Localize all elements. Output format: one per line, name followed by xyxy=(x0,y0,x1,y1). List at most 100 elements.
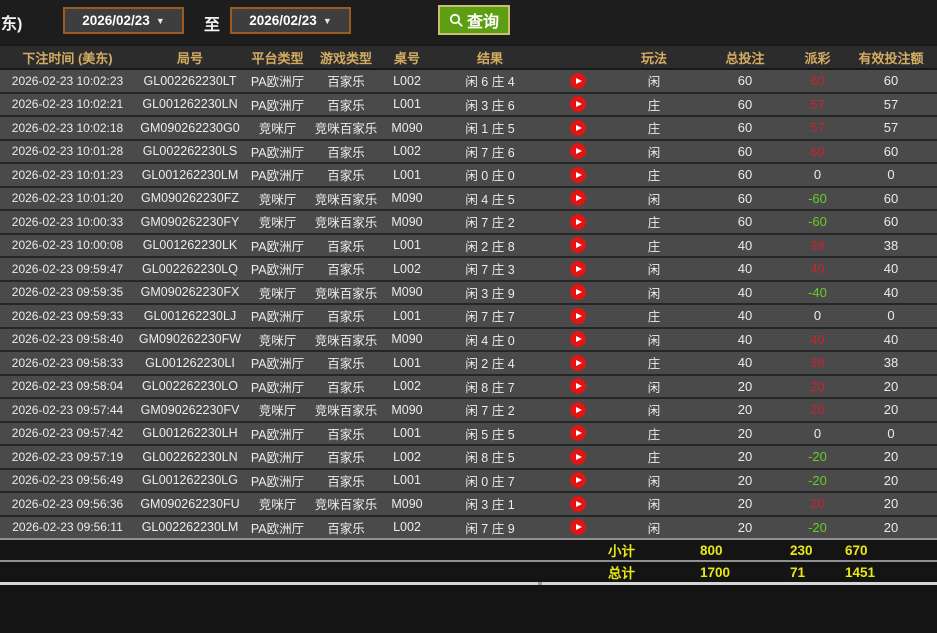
total-bet-cell: 60 xyxy=(700,163,790,187)
table-row: 2026-02-23 10:01:20 GM090262230FZ 竞咪厅 竞咪… xyxy=(0,187,937,211)
total-bet-cell: 20 xyxy=(700,469,790,493)
valid-bet-cell: 0 xyxy=(845,163,937,187)
valid-bet-cell: 60 xyxy=(845,210,937,234)
bet-time-cell: 2026-02-23 10:01:23 xyxy=(0,163,135,187)
total-bet-cell: 20 xyxy=(700,445,790,469)
valid-bet-cell: 20 xyxy=(845,375,937,399)
replay-play-button[interactable] xyxy=(570,237,586,253)
replay-play-button[interactable] xyxy=(570,214,586,230)
table-no-cell: M090 xyxy=(382,281,432,305)
table-row: 2026-02-23 09:58:33 GL001262230LI PA欧洲厅 … xyxy=(0,351,937,375)
table-row: 2026-02-23 10:00:08 GL001262230LK PA欧洲厅 … xyxy=(0,234,937,258)
valid-bet-cell: 40 xyxy=(845,328,937,352)
replay-play-button[interactable] xyxy=(570,190,586,206)
table-row: 2026-02-23 09:57:44 GM090262230FV 竞咪厅 竞咪… xyxy=(0,398,937,422)
query-button-label: 查询 xyxy=(467,8,499,32)
play-icon xyxy=(576,360,582,366)
replay-play-button[interactable] xyxy=(570,355,586,371)
game-type-cell: 竞咪百家乐 xyxy=(310,116,382,140)
platform-type-cell: PA欧洲厅 xyxy=(245,69,310,93)
replay-cell xyxy=(548,351,608,375)
header-payout: 派彩 xyxy=(790,45,845,69)
valid-bet-cell: 60 xyxy=(845,187,937,211)
replay-play-button[interactable] xyxy=(570,284,586,300)
result-cell: 闲 6 庄 4 xyxy=(432,69,548,93)
replay-play-button[interactable] xyxy=(570,308,586,324)
play-icon xyxy=(576,524,582,530)
play-icon xyxy=(576,101,582,107)
platform-type-cell: 竞咪厅 xyxy=(245,187,310,211)
query-button[interactable]: 查询 xyxy=(438,5,510,35)
result-cell: 闲 3 庄 9 xyxy=(432,281,548,305)
payout-cell: 38 xyxy=(790,351,845,375)
replay-play-button[interactable] xyxy=(570,120,586,136)
table-row: 2026-02-23 09:59:35 GM090262230FX 竞咪厅 竞咪… xyxy=(0,281,937,305)
platform-type-cell: PA欧洲厅 xyxy=(245,163,310,187)
replay-cell xyxy=(548,93,608,117)
replay-play-button[interactable] xyxy=(570,519,586,535)
replay-play-button[interactable] xyxy=(570,331,586,347)
round-id-cell: GL001262230LH xyxy=(135,422,245,446)
table-no-cell: L002 xyxy=(382,140,432,164)
valid-bet-cell: 57 xyxy=(845,116,937,140)
replay-play-button[interactable] xyxy=(570,261,586,277)
result-cell: 闲 3 庄 6 xyxy=(432,93,548,117)
replay-play-button[interactable] xyxy=(570,167,586,183)
valid-bet-cell: 20 xyxy=(845,469,937,493)
payout-cell: 0 xyxy=(790,304,845,328)
subtotal-valid-bet: 670 xyxy=(845,539,937,561)
table-no-cell: M090 xyxy=(382,398,432,422)
bottom-strip-divider xyxy=(538,582,542,585)
result-cell: 闲 8 庄 7 xyxy=(432,375,548,399)
play-icon xyxy=(576,266,582,272)
total-bet-cell: 40 xyxy=(700,257,790,281)
date-to-picker[interactable]: 2026/02/23 ▼ xyxy=(230,7,351,34)
payout-cell: -20 xyxy=(790,516,845,540)
table-row: 2026-02-23 09:57:19 GL002262230LN PA欧洲厅 … xyxy=(0,445,937,469)
header-valid-bet: 有效投注额 xyxy=(845,45,937,69)
bet-time-cell: 2026-02-23 10:00:33 xyxy=(0,210,135,234)
replay-play-button[interactable] xyxy=(570,449,586,465)
payout-cell: 20 xyxy=(790,492,845,516)
total-bet-cell: 60 xyxy=(700,210,790,234)
play-method-cell: 庄 xyxy=(608,234,700,258)
replay-cell xyxy=(548,422,608,446)
table-no-cell: L001 xyxy=(382,163,432,187)
table-row: 2026-02-23 10:00:33 GM090262230FY 竞咪厅 竞咪… xyxy=(0,210,937,234)
date-to-value: 2026/02/23 xyxy=(249,13,317,28)
payout-cell: 40 xyxy=(790,257,845,281)
replay-play-button[interactable] xyxy=(570,496,586,512)
round-id-cell: GL001262230LM xyxy=(135,163,245,187)
game-type-cell: 竞咪百家乐 xyxy=(310,398,382,422)
total-bet-cell: 40 xyxy=(700,328,790,352)
replay-cell xyxy=(548,375,608,399)
play-method-cell: 庄 xyxy=(608,163,700,187)
bet-time-cell: 2026-02-23 09:59:33 xyxy=(0,304,135,328)
replay-play-button[interactable] xyxy=(570,472,586,488)
replay-play-button[interactable] xyxy=(570,425,586,441)
valid-bet-cell: 20 xyxy=(845,516,937,540)
platform-type-cell: PA欧洲厅 xyxy=(245,445,310,469)
table-row: 2026-02-23 09:56:11 GL002262230LM PA欧洲厅 … xyxy=(0,516,937,540)
play-method-cell: 庄 xyxy=(608,351,700,375)
play-method-cell: 闲 xyxy=(608,469,700,493)
date-from-picker[interactable]: 2026/02/23 ▼ xyxy=(63,7,184,34)
play-method-cell: 庄 xyxy=(608,445,700,469)
replay-play-button[interactable] xyxy=(570,73,586,89)
replay-play-button[interactable] xyxy=(570,96,586,112)
table-row: 2026-02-23 10:01:28 GL002262230LS PA欧洲厅 … xyxy=(0,140,937,164)
total-bet-cell: 40 xyxy=(700,304,790,328)
payout-cell: 20 xyxy=(790,398,845,422)
play-icon xyxy=(576,454,582,460)
table-row: 2026-02-23 09:58:04 GL002262230LO PA欧洲厅 … xyxy=(0,375,937,399)
replay-play-button[interactable] xyxy=(570,143,586,159)
play-icon xyxy=(576,219,582,225)
play-method-cell: 庄 xyxy=(608,304,700,328)
play-method-cell: 庄 xyxy=(608,210,700,234)
subtotal-payout: 230 xyxy=(790,539,845,561)
replay-play-button[interactable] xyxy=(570,378,586,394)
grand-total-row: 总计 1700 71 1451 xyxy=(0,561,937,582)
round-id-cell: GM090262230G0 xyxy=(135,116,245,140)
result-cell: 闲 1 庄 5 xyxy=(432,116,548,140)
replay-play-button[interactable] xyxy=(570,402,586,418)
